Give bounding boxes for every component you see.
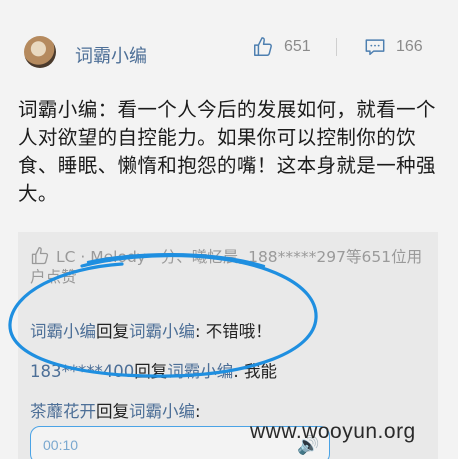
likes-summary[interactable]: LC · Melody · 分、曦忆晨, 188*****297等651位用户点… — [30, 246, 434, 287]
watermark: www.wooyun.org — [250, 420, 416, 443]
reply-item[interactable]: 茶蘼花开回复词霸小编: — [30, 398, 201, 422]
like-button[interactable]: 651 — [252, 36, 311, 58]
post-header: 词霸小编 651 166 — [0, 28, 458, 72]
avatar[interactable] — [24, 36, 56, 68]
reply-target[interactable]: 词霸小编 — [129, 322, 195, 341]
reply-target[interactable]: 词霸小编 — [129, 402, 195, 421]
reply-item[interactable]: 词霸小编回复词霸小编: 不错哦！ — [30, 318, 272, 342]
voice-duration: 00:10 — [43, 437, 79, 453]
thumbs-up-icon — [254, 37, 272, 56]
reply-author[interactable]: 183*****400 — [30, 362, 134, 381]
comment-count: 166 — [396, 38, 423, 55]
reply-verb: 回复 — [96, 402, 129, 421]
comment-button[interactable]: 166 — [364, 36, 423, 58]
comment-icon — [365, 39, 385, 56]
reply-text: : 我能 — [233, 362, 278, 381]
reply-text: : 不错哦！ — [195, 322, 272, 341]
post-body: 词霸小编：看一个人今后的发展如何，就看一个人对欲望的自控能力。如果你可以控制你的… — [18, 98, 436, 205]
like-count: 651 — [284, 38, 311, 55]
post-card: 词霸小编 651 166 词霸小编：看一个人今后的发展如何，就看一个人对欲望的自… — [0, 0, 458, 459]
likes-summary-text: LC · Melody · 分、曦忆晨, 188*****297等651位用户点… — [30, 248, 423, 286]
reply-verb: 回复 — [96, 322, 129, 341]
divider — [336, 38, 337, 56]
reply-author[interactable]: 茶蘼花开 — [30, 402, 96, 421]
thumbs-up-icon — [31, 247, 49, 265]
reply-item[interactable]: 183*****400回复词霸小编: 我能 — [30, 358, 277, 382]
reply-text: : — [195, 402, 201, 421]
reply-target[interactable]: 词霸小编 — [167, 362, 233, 381]
reply-author[interactable]: 词霸小编 — [30, 322, 96, 341]
author-name[interactable]: 词霸小编 — [75, 42, 147, 68]
reply-verb: 回复 — [134, 362, 168, 381]
